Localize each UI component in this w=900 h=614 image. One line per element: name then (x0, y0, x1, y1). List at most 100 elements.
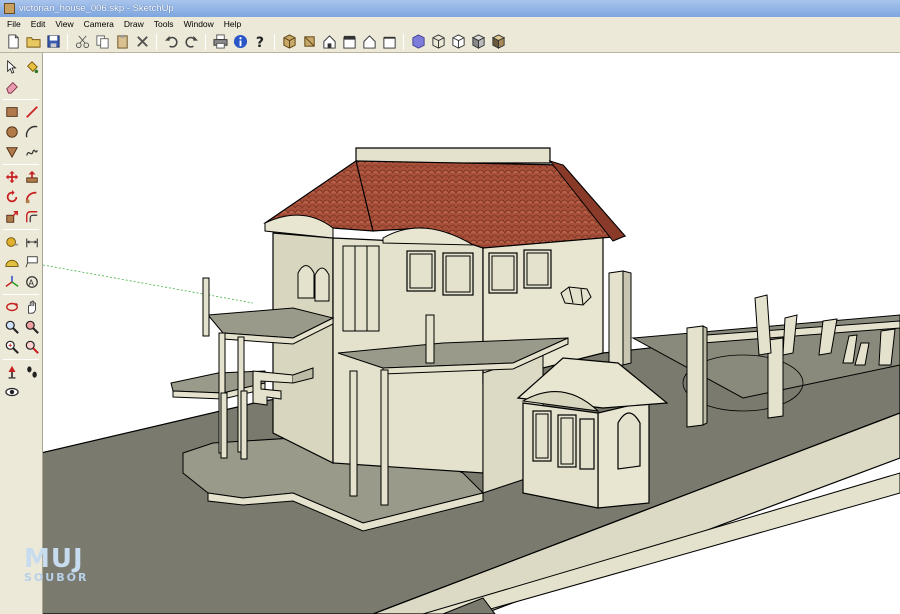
menu-file[interactable]: File (2, 19, 26, 29)
top-view-icon[interactable] (300, 33, 318, 51)
rectangle-icon[interactable] (2, 103, 21, 122)
palette-separator (3, 359, 39, 360)
post (240, 390, 248, 460)
print-icon[interactable] (211, 33, 229, 51)
front-view-icon[interactable] (320, 33, 338, 51)
menu-help[interactable]: Help (219, 19, 246, 29)
roof-ridge-cap (355, 147, 551, 164)
select-icon[interactable] (2, 58, 21, 77)
svg-text:?: ? (255, 35, 263, 49)
axes-icon[interactable] (2, 273, 21, 292)
xray-icon[interactable] (409, 33, 427, 51)
right-view-icon[interactable] (340, 33, 358, 51)
menu-window[interactable]: Window (179, 19, 219, 29)
door-opening (342, 245, 380, 332)
walk-icon[interactable] (22, 363, 41, 382)
main-toolbar: ? (0, 31, 900, 53)
rotate-icon[interactable] (2, 188, 21, 207)
orbit-icon[interactable] (2, 298, 21, 317)
hidden-line-icon[interactable] (449, 33, 467, 51)
porch-arched-window (617, 412, 641, 470)
palette-separator (3, 164, 39, 165)
polygon-icon[interactable] (2, 143, 21, 162)
house-model-scene (43, 147, 900, 614)
window (406, 250, 436, 292)
palette-separator (3, 294, 39, 295)
tool-palette: A (0, 53, 43, 614)
help-icon[interactable]: ? (251, 33, 269, 51)
arched-window (314, 267, 330, 302)
tall-column (608, 270, 624, 368)
arc-icon[interactable] (22, 123, 41, 142)
porch-window (579, 418, 595, 470)
green-axis-line (43, 264, 254, 304)
push-pull-icon[interactable] (22, 168, 41, 187)
column (686, 325, 704, 428)
arched-window (297, 265, 315, 299)
wireframe-icon[interactable] (429, 33, 447, 51)
toolbar-separator (205, 33, 206, 50)
3d-text-icon[interactable]: A (22, 273, 41, 292)
previous-view-icon[interactable] (22, 338, 41, 357)
palette-separator (3, 229, 39, 230)
open-icon[interactable] (24, 33, 42, 51)
dimension-icon[interactable] (22, 233, 41, 252)
menu-draw[interactable]: Draw (119, 19, 149, 29)
offset-icon[interactable] (22, 208, 41, 227)
scale-icon[interactable] (2, 208, 21, 227)
menu-view[interactable]: View (50, 19, 78, 29)
menu-camera[interactable]: Camera (79, 19, 119, 29)
model-viewport[interactable] (43, 53, 900, 614)
paste-icon[interactable] (113, 33, 131, 51)
position-camera-icon[interactable] (2, 363, 21, 382)
back-view-icon[interactable] (360, 33, 378, 51)
window (488, 252, 518, 294)
post (380, 369, 389, 506)
toolbar-separator (156, 33, 157, 50)
post (202, 277, 210, 337)
window (442, 252, 474, 296)
protractor-icon[interactable] (2, 253, 21, 272)
erase-icon[interactable] (133, 33, 151, 51)
toolbar-separator (403, 33, 404, 50)
eraser-icon[interactable] (2, 78, 21, 97)
post (220, 392, 228, 459)
pan-icon[interactable] (22, 298, 41, 317)
new-icon[interactable] (4, 33, 22, 51)
menu-tools[interactable]: Tools (149, 19, 179, 29)
menu-edit[interactable]: Edit (26, 19, 51, 29)
save-icon[interactable] (44, 33, 62, 51)
shaded-icon[interactable] (469, 33, 487, 51)
textured-icon[interactable] (489, 33, 507, 51)
model-info-icon[interactable] (231, 33, 249, 51)
toolbar-separator (67, 33, 68, 50)
watermark-line1: MUJ (24, 544, 84, 574)
look-around-icon[interactable] (2, 383, 21, 402)
move-icon[interactable] (2, 168, 21, 187)
watermark-line2: SOUBOR (24, 571, 89, 584)
zoom-icon[interactable] (2, 318, 21, 337)
zoom-extents-icon[interactable] (2, 338, 21, 357)
window-title: victorian_house_006.skp - SketchUp (19, 3, 174, 14)
left-view-icon[interactable] (380, 33, 398, 51)
paint-bucket-icon[interactable] (22, 58, 41, 77)
undo-icon[interactable] (162, 33, 180, 51)
svg-text:A: A (28, 279, 34, 288)
post (349, 370, 358, 497)
window (523, 249, 552, 289)
zoom-window-icon[interactable] (22, 318, 41, 337)
palette-separator (3, 99, 39, 100)
menu-bar: File Edit View Camera Draw Tools Window … (0, 17, 900, 31)
toolbar-separator (274, 33, 275, 50)
copy-icon[interactable] (93, 33, 111, 51)
iso-view-icon[interactable] (280, 33, 298, 51)
redo-icon[interactable] (182, 33, 200, 51)
circle-icon[interactable] (2, 123, 21, 142)
follow-me-icon[interactable] (22, 188, 41, 207)
freehand-icon[interactable] (22, 143, 41, 162)
cut-icon[interactable] (73, 33, 91, 51)
tape-measure-icon[interactable] (2, 233, 21, 252)
text-icon[interactable] (22, 253, 41, 272)
watermark-logo: MUJ SOUBOR (24, 546, 96, 583)
line-icon[interactable] (22, 103, 41, 122)
